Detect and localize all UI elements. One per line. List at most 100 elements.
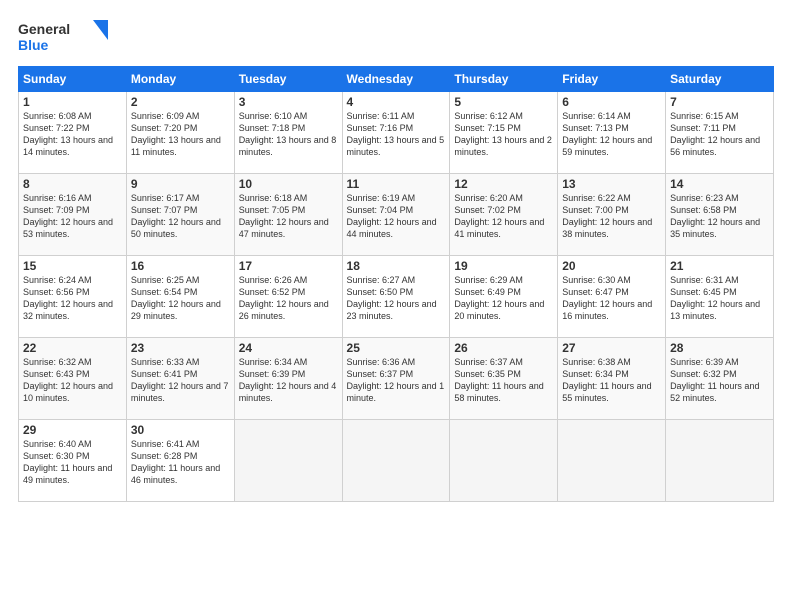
calendar-day-cell: 17 Sunrise: 6:26 AM Sunset: 6:52 PM Dayl… [234, 256, 342, 338]
calendar: SundayMondayTuesdayWednesdayThursdayFrid… [18, 66, 774, 502]
calendar-day-cell: 11 Sunrise: 6:19 AM Sunset: 7:04 PM Dayl… [342, 174, 450, 256]
day-number: 4 [347, 95, 446, 109]
weekday-header: Thursday [450, 67, 558, 92]
day-number: 13 [562, 177, 661, 191]
day-number: 5 [454, 95, 553, 109]
calendar-day-cell: 18 Sunrise: 6:27 AM Sunset: 6:50 PM Dayl… [342, 256, 450, 338]
calendar-day-cell: 14 Sunrise: 6:23 AM Sunset: 6:58 PM Dayl… [666, 174, 774, 256]
day-info: Sunrise: 6:29 AM Sunset: 6:49 PM Dayligh… [454, 274, 553, 323]
calendar-day-cell: 27 Sunrise: 6:38 AM Sunset: 6:34 PM Dayl… [558, 338, 666, 420]
svg-text:General: General [18, 21, 70, 37]
calendar-day-cell: 9 Sunrise: 6:17 AM Sunset: 7:07 PM Dayli… [126, 174, 234, 256]
calendar-day-cell: 1 Sunrise: 6:08 AM Sunset: 7:22 PM Dayli… [19, 92, 127, 174]
logo: General Blue [18, 18, 108, 56]
calendar-day-cell: 12 Sunrise: 6:20 AM Sunset: 7:02 PM Dayl… [450, 174, 558, 256]
day-number: 6 [562, 95, 661, 109]
day-info: Sunrise: 6:10 AM Sunset: 7:18 PM Dayligh… [239, 110, 338, 159]
weekday-header: Sunday [19, 67, 127, 92]
day-number: 10 [239, 177, 338, 191]
day-info: Sunrise: 6:18 AM Sunset: 7:05 PM Dayligh… [239, 192, 338, 241]
day-number: 23 [131, 341, 230, 355]
weekday-header: Friday [558, 67, 666, 92]
day-info: Sunrise: 6:11 AM Sunset: 7:16 PM Dayligh… [347, 110, 446, 159]
calendar-day-cell: 3 Sunrise: 6:10 AM Sunset: 7:18 PM Dayli… [234, 92, 342, 174]
logo-svg: General Blue [18, 18, 108, 56]
day-info: Sunrise: 6:15 AM Sunset: 7:11 PM Dayligh… [670, 110, 769, 159]
calendar-day-cell: 23 Sunrise: 6:33 AM Sunset: 6:41 PM Dayl… [126, 338, 234, 420]
weekday-header: Saturday [666, 67, 774, 92]
day-info: Sunrise: 6:12 AM Sunset: 7:15 PM Dayligh… [454, 110, 553, 159]
calendar-week-row: 29 Sunrise: 6:40 AM Sunset: 6:30 PM Dayl… [19, 420, 774, 502]
calendar-day-cell: 21 Sunrise: 6:31 AM Sunset: 6:45 PM Dayl… [666, 256, 774, 338]
day-info: Sunrise: 6:39 AM Sunset: 6:32 PM Dayligh… [670, 356, 769, 405]
day-number: 29 [23, 423, 122, 437]
calendar-week-row: 15 Sunrise: 6:24 AM Sunset: 6:56 PM Dayl… [19, 256, 774, 338]
calendar-day-cell [342, 420, 450, 502]
weekday-header-row: SundayMondayTuesdayWednesdayThursdayFrid… [19, 67, 774, 92]
calendar-day-cell [234, 420, 342, 502]
calendar-day-cell: 7 Sunrise: 6:15 AM Sunset: 7:11 PM Dayli… [666, 92, 774, 174]
day-number: 1 [23, 95, 122, 109]
calendar-day-cell: 4 Sunrise: 6:11 AM Sunset: 7:16 PM Dayli… [342, 92, 450, 174]
calendar-day-cell: 20 Sunrise: 6:30 AM Sunset: 6:47 PM Dayl… [558, 256, 666, 338]
day-info: Sunrise: 6:25 AM Sunset: 6:54 PM Dayligh… [131, 274, 230, 323]
calendar-day-cell: 5 Sunrise: 6:12 AM Sunset: 7:15 PM Dayli… [450, 92, 558, 174]
day-info: Sunrise: 6:19 AM Sunset: 7:04 PM Dayligh… [347, 192, 446, 241]
day-info: Sunrise: 6:38 AM Sunset: 6:34 PM Dayligh… [562, 356, 661, 405]
day-info: Sunrise: 6:23 AM Sunset: 6:58 PM Dayligh… [670, 192, 769, 241]
day-number: 2 [131, 95, 230, 109]
svg-text:Blue: Blue [18, 37, 49, 53]
calendar-day-cell: 25 Sunrise: 6:36 AM Sunset: 6:37 PM Dayl… [342, 338, 450, 420]
day-info: Sunrise: 6:33 AM Sunset: 6:41 PM Dayligh… [131, 356, 230, 405]
calendar-day-cell: 26 Sunrise: 6:37 AM Sunset: 6:35 PM Dayl… [450, 338, 558, 420]
day-info: Sunrise: 6:14 AM Sunset: 7:13 PM Dayligh… [562, 110, 661, 159]
day-info: Sunrise: 6:22 AM Sunset: 7:00 PM Dayligh… [562, 192, 661, 241]
calendar-day-cell: 19 Sunrise: 6:29 AM Sunset: 6:49 PM Dayl… [450, 256, 558, 338]
day-info: Sunrise: 6:16 AM Sunset: 7:09 PM Dayligh… [23, 192, 122, 241]
day-number: 11 [347, 177, 446, 191]
calendar-day-cell [450, 420, 558, 502]
day-number: 17 [239, 259, 338, 273]
calendar-day-cell: 10 Sunrise: 6:18 AM Sunset: 7:05 PM Dayl… [234, 174, 342, 256]
header: General Blue [18, 18, 774, 56]
day-info: Sunrise: 6:20 AM Sunset: 7:02 PM Dayligh… [454, 192, 553, 241]
weekday-header: Monday [126, 67, 234, 92]
calendar-week-row: 22 Sunrise: 6:32 AM Sunset: 6:43 PM Dayl… [19, 338, 774, 420]
day-number: 27 [562, 341, 661, 355]
day-info: Sunrise: 6:26 AM Sunset: 6:52 PM Dayligh… [239, 274, 338, 323]
calendar-day-cell: 15 Sunrise: 6:24 AM Sunset: 6:56 PM Dayl… [19, 256, 127, 338]
day-info: Sunrise: 6:34 AM Sunset: 6:39 PM Dayligh… [239, 356, 338, 405]
day-info: Sunrise: 6:30 AM Sunset: 6:47 PM Dayligh… [562, 274, 661, 323]
calendar-day-cell: 8 Sunrise: 6:16 AM Sunset: 7:09 PM Dayli… [19, 174, 127, 256]
weekday-header: Wednesday [342, 67, 450, 92]
calendar-day-cell: 16 Sunrise: 6:25 AM Sunset: 6:54 PM Dayl… [126, 256, 234, 338]
day-number: 3 [239, 95, 338, 109]
calendar-day-cell: 29 Sunrise: 6:40 AM Sunset: 6:30 PM Dayl… [19, 420, 127, 502]
day-number: 7 [670, 95, 769, 109]
day-info: Sunrise: 6:08 AM Sunset: 7:22 PM Dayligh… [23, 110, 122, 159]
day-number: 21 [670, 259, 769, 273]
calendar-day-cell: 22 Sunrise: 6:32 AM Sunset: 6:43 PM Dayl… [19, 338, 127, 420]
day-number: 16 [131, 259, 230, 273]
day-number: 25 [347, 341, 446, 355]
day-number: 8 [23, 177, 122, 191]
weekday-header: Tuesday [234, 67, 342, 92]
calendar-day-cell: 30 Sunrise: 6:41 AM Sunset: 6:28 PM Dayl… [126, 420, 234, 502]
calendar-day-cell: 28 Sunrise: 6:39 AM Sunset: 6:32 PM Dayl… [666, 338, 774, 420]
day-info: Sunrise: 6:37 AM Sunset: 6:35 PM Dayligh… [454, 356, 553, 405]
day-number: 12 [454, 177, 553, 191]
calendar-day-cell: 2 Sunrise: 6:09 AM Sunset: 7:20 PM Dayli… [126, 92, 234, 174]
day-number: 18 [347, 259, 446, 273]
day-info: Sunrise: 6:09 AM Sunset: 7:20 PM Dayligh… [131, 110, 230, 159]
calendar-week-row: 8 Sunrise: 6:16 AM Sunset: 7:09 PM Dayli… [19, 174, 774, 256]
page: General Blue SundayMondayTuesdayWednesda… [0, 0, 792, 612]
calendar-week-row: 1 Sunrise: 6:08 AM Sunset: 7:22 PM Dayli… [19, 92, 774, 174]
day-number: 26 [454, 341, 553, 355]
calendar-day-cell: 24 Sunrise: 6:34 AM Sunset: 6:39 PM Dayl… [234, 338, 342, 420]
day-number: 28 [670, 341, 769, 355]
day-info: Sunrise: 6:24 AM Sunset: 6:56 PM Dayligh… [23, 274, 122, 323]
day-info: Sunrise: 6:40 AM Sunset: 6:30 PM Dayligh… [23, 438, 122, 487]
calendar-day-cell: 13 Sunrise: 6:22 AM Sunset: 7:00 PM Dayl… [558, 174, 666, 256]
day-number: 19 [454, 259, 553, 273]
day-number: 14 [670, 177, 769, 191]
